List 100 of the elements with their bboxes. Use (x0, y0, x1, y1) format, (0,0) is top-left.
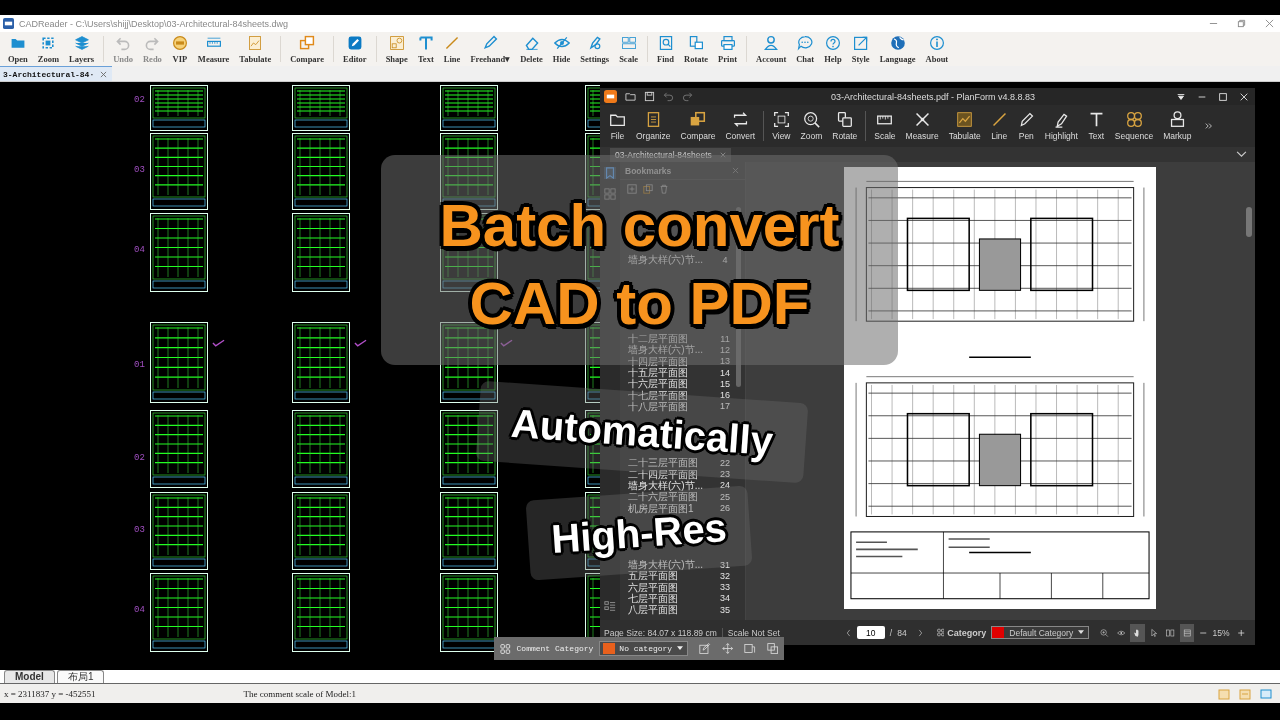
add-bookmark-icon[interactable] (627, 184, 637, 194)
document-tab[interactable]: 3-Architectural-84· (0, 66, 113, 81)
list-icon[interactable] (604, 600, 616, 612)
redo-icon[interactable] (682, 91, 693, 102)
toolbar-button[interactable]: Compare (285, 33, 329, 65)
bookmark-item[interactable]: 十七层平面图 (628, 389, 716, 401)
maximize-icon[interactable] (1218, 91, 1228, 102)
copy-icon[interactable] (643, 184, 653, 194)
toolbar-button[interactable]: Tabulate (234, 33, 277, 65)
next-page-icon[interactable] (917, 627, 923, 638)
page-number: 15 (719, 378, 731, 389)
toolbar-button[interactable]: Freehand▾ (465, 33, 516, 65)
toolbar-button[interactable]: Find (652, 33, 680, 65)
toolbar-button[interactable]: Open (3, 33, 33, 65)
comment-category-dropdown[interactable]: No category (599, 641, 689, 656)
screen-icon[interactable] (1260, 687, 1272, 700)
toolbar-button[interactable]: Editor (338, 33, 372, 65)
toolbar-button[interactable]: Measure (192, 33, 235, 65)
grid-icon[interactable] (1239, 687, 1251, 700)
toolbar-button[interactable]: About (920, 33, 954, 65)
bookmark-item[interactable]: 十八层平面图 (628, 400, 716, 412)
page-number: 31 (719, 559, 731, 570)
page-number: 12 (719, 344, 731, 355)
toolbar-button[interactable]: Help (819, 33, 847, 65)
bookmark-item[interactable]: 二十六层平面图 (628, 491, 716, 503)
sheet-drawing (440, 85, 498, 131)
trash-icon[interactable] (659, 184, 669, 194)
view-icon (772, 111, 790, 128)
panel-title: Bookmarks (625, 165, 673, 176)
duplicate-icon[interactable] (766, 642, 778, 655)
bookmark-item[interactable]: 墙身大样(六)节... (628, 559, 716, 571)
more-icon[interactable] (1204, 122, 1213, 130)
toolbar-button[interactable]: Line (438, 33, 466, 65)
toolbar-button[interactable]: Highlight (1039, 111, 1083, 141)
toolbar-button[interactable]: Settings (575, 33, 615, 65)
toolbar-button[interactable]: Rotate (827, 111, 863, 141)
bookmark-item[interactable]: 七层平面图 (628, 592, 716, 604)
bookmark-item[interactable]: 机房层平面图1 (628, 502, 716, 514)
toolbar-button[interactable]: Hide (547, 33, 576, 65)
copy-icon[interactable] (744, 642, 756, 655)
single-page-icon[interactable] (1179, 623, 1194, 642)
rotate-icon (688, 34, 705, 51)
thumbnails-icon[interactable] (604, 188, 616, 200)
compare-icon (689, 111, 707, 128)
toolbar-button[interactable]: Zoom (32, 33, 65, 65)
eraser-icon (523, 34, 540, 51)
bookmark-item[interactable]: 五层平面图 (628, 570, 716, 582)
toolbar-button[interactable]: Rotate (679, 33, 714, 65)
toolbar-button[interactable]: File (604, 111, 631, 141)
save-icon[interactable] (644, 91, 655, 102)
style-icon (852, 34, 869, 51)
toolbar-button[interactable]: Sequence (1109, 111, 1159, 141)
bookmark-item[interactable]: 六层平面图 (628, 581, 716, 593)
sheet-label: 03 (134, 525, 145, 535)
toolbar-button[interactable]: Line (985, 111, 1013, 141)
edit-icon[interactable] (699, 642, 711, 655)
toolbar-button[interactable]: Language (874, 33, 921, 65)
sheet-label: 01 (134, 360, 145, 370)
bookmark-item[interactable]: 十五层平面图 (628, 367, 716, 378)
toolbar-button[interactable]: Shape (380, 33, 413, 65)
toolbar-button[interactable]: Compare (675, 111, 721, 141)
toolbar-button[interactable]: Style (846, 33, 875, 65)
hand-icon[interactable] (1130, 623, 1145, 642)
toolbar-button[interactable]: Markup (1158, 111, 1197, 141)
toolbar-button[interactable]: Tabulate (943, 111, 986, 141)
move-icon[interactable] (721, 642, 734, 655)
toolbar-button[interactable]: Scale (869, 111, 901, 141)
scrollbar[interactable] (1246, 207, 1252, 237)
bookmark-icon[interactable] (604, 167, 616, 179)
undo-icon[interactable] (663, 91, 674, 102)
category-dropdown[interactable]: Default Category (991, 626, 1090, 639)
toolbar-button[interactable]: Print (713, 33, 742, 65)
page-input[interactable]: 10 (856, 626, 885, 639)
folder-icon[interactable] (625, 91, 636, 102)
toolbar-button[interactable]: Scale (614, 33, 643, 65)
toolbar-button[interactable]: Pen (1012, 111, 1040, 141)
toolbar-button[interactable]: VIP (166, 33, 193, 65)
printer-icon (719, 34, 736, 51)
layout-tab[interactable]: Model (4, 670, 55, 683)
snap-icon[interactable] (1218, 687, 1230, 700)
toolbar-button[interactable]: Measure (900, 111, 944, 141)
toolbar-button[interactable]: Layers (64, 33, 100, 65)
toolbar-button[interactable]: Delete (515, 33, 548, 65)
bookmark-item[interactable]: 十六层平面图 (628, 378, 716, 390)
previous-page-icon[interactable] (845, 627, 851, 638)
toolbar-button[interactable]: View (767, 111, 796, 141)
find-icon (657, 34, 674, 51)
bookmark-item[interactable]: 八层平面图 (628, 604, 716, 616)
layout-tab[interactable]: 布局1 (56, 670, 105, 683)
dropdown-icon[interactable] (1176, 91, 1186, 102)
toolbar-button[interactable]: Account (751, 33, 792, 65)
toolbar-button[interactable]: Convert (720, 111, 761, 141)
toolbar-button[interactable]: Text (412, 33, 439, 65)
chevron-down-icon[interactable] (1236, 151, 1247, 158)
toolbar-button[interactable]: Organize (631, 111, 676, 141)
bookmark-item[interactable]: 二十四层平面图 (628, 468, 716, 480)
toolbar-button[interactable]: Chat (791, 33, 820, 65)
toolbar-button[interactable]: Zoom (795, 111, 828, 141)
restore-icon[interactable] (1237, 19, 1246, 28)
toolbar-button[interactable]: Text (1082, 111, 1110, 141)
